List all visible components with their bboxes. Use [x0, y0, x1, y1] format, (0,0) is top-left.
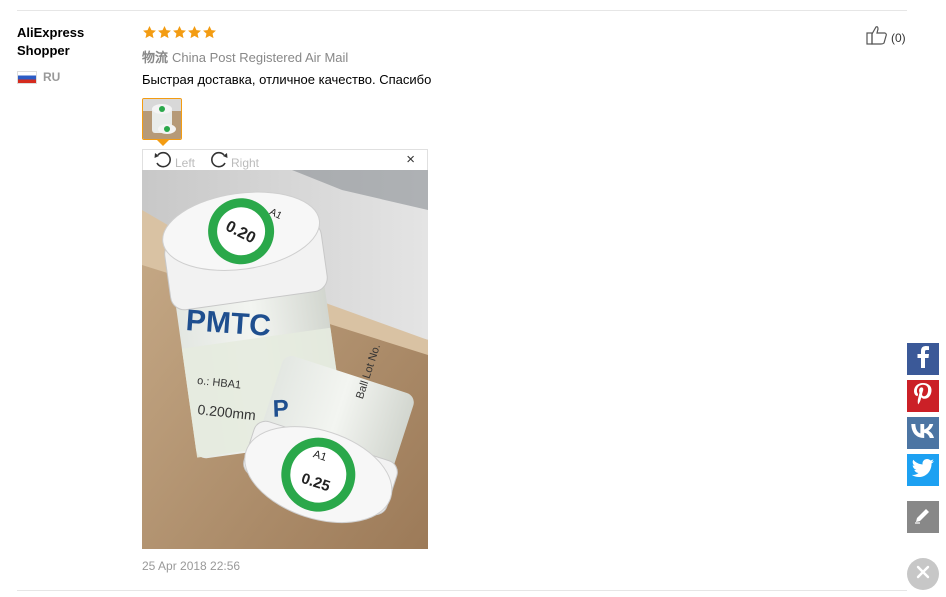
- image-viewer-toolbar: Left Right ×: [142, 149, 428, 170]
- thumbs-up-icon: [866, 25, 888, 50]
- review-date: 25 Apr 2018 22:56: [142, 559, 241, 573]
- pinterest-icon: [914, 382, 932, 410]
- edit-icon: [914, 506, 932, 529]
- russia-flag-icon: [17, 70, 37, 84]
- image-viewer: Left Right × 0.20 A1 PMTC o.: HBA1 0.200…: [142, 149, 428, 549]
- country-code: RU: [43, 70, 61, 84]
- logistics-info: 物流 China Post Registered Air Mail: [142, 47, 348, 66]
- facebook-share-button[interactable]: [907, 343, 939, 375]
- helpful-count: (0): [891, 30, 906, 45]
- top-divider: [17, 10, 907, 11]
- twitter-share-button[interactable]: [907, 454, 939, 486]
- vk-icon: [911, 423, 935, 443]
- close-icon: [916, 565, 930, 584]
- rotate-right-label: Right: [231, 155, 260, 170]
- pinterest-share-button[interactable]: [907, 380, 939, 412]
- close-share-bar-button[interactable]: [907, 558, 939, 590]
- star-rating: [142, 25, 217, 40]
- star-icon: [172, 25, 187, 40]
- svg-text:P: P: [272, 395, 289, 423]
- close-viewer-button[interactable]: ×: [406, 152, 415, 168]
- facebook-icon: [916, 345, 930, 373]
- buyer-name: AliExpress Shopper: [17, 25, 85, 58]
- bottom-divider: [17, 590, 907, 591]
- review-photo: 0.20 A1 PMTC o.: HBA1 0.200mm Ball Lot N…: [142, 170, 428, 549]
- star-icon: [157, 25, 172, 40]
- rotate-left-label: Left: [175, 155, 196, 170]
- star-icon: [142, 25, 157, 40]
- star-icon: [202, 25, 217, 40]
- jar1-brand-text: PMTC: [185, 304, 272, 343]
- buyer-country: RU: [17, 70, 60, 84]
- logistics-method: China Post Registered Air Mail: [172, 50, 349, 65]
- twitter-icon: [911, 458, 934, 482]
- star-icon: [187, 25, 202, 40]
- review-text: Быстрая доставка, отличное качество. Спа…: [142, 72, 432, 87]
- edit-share-button[interactable]: [907, 501, 939, 533]
- photo-thumbnail[interactable]: [142, 98, 182, 140]
- thumbnail-pointer: [157, 140, 169, 146]
- helpful-button[interactable]: (0): [866, 25, 906, 50]
- logistics-prefix: 物流: [142, 50, 169, 65]
- vk-share-button[interactable]: [907, 417, 939, 449]
